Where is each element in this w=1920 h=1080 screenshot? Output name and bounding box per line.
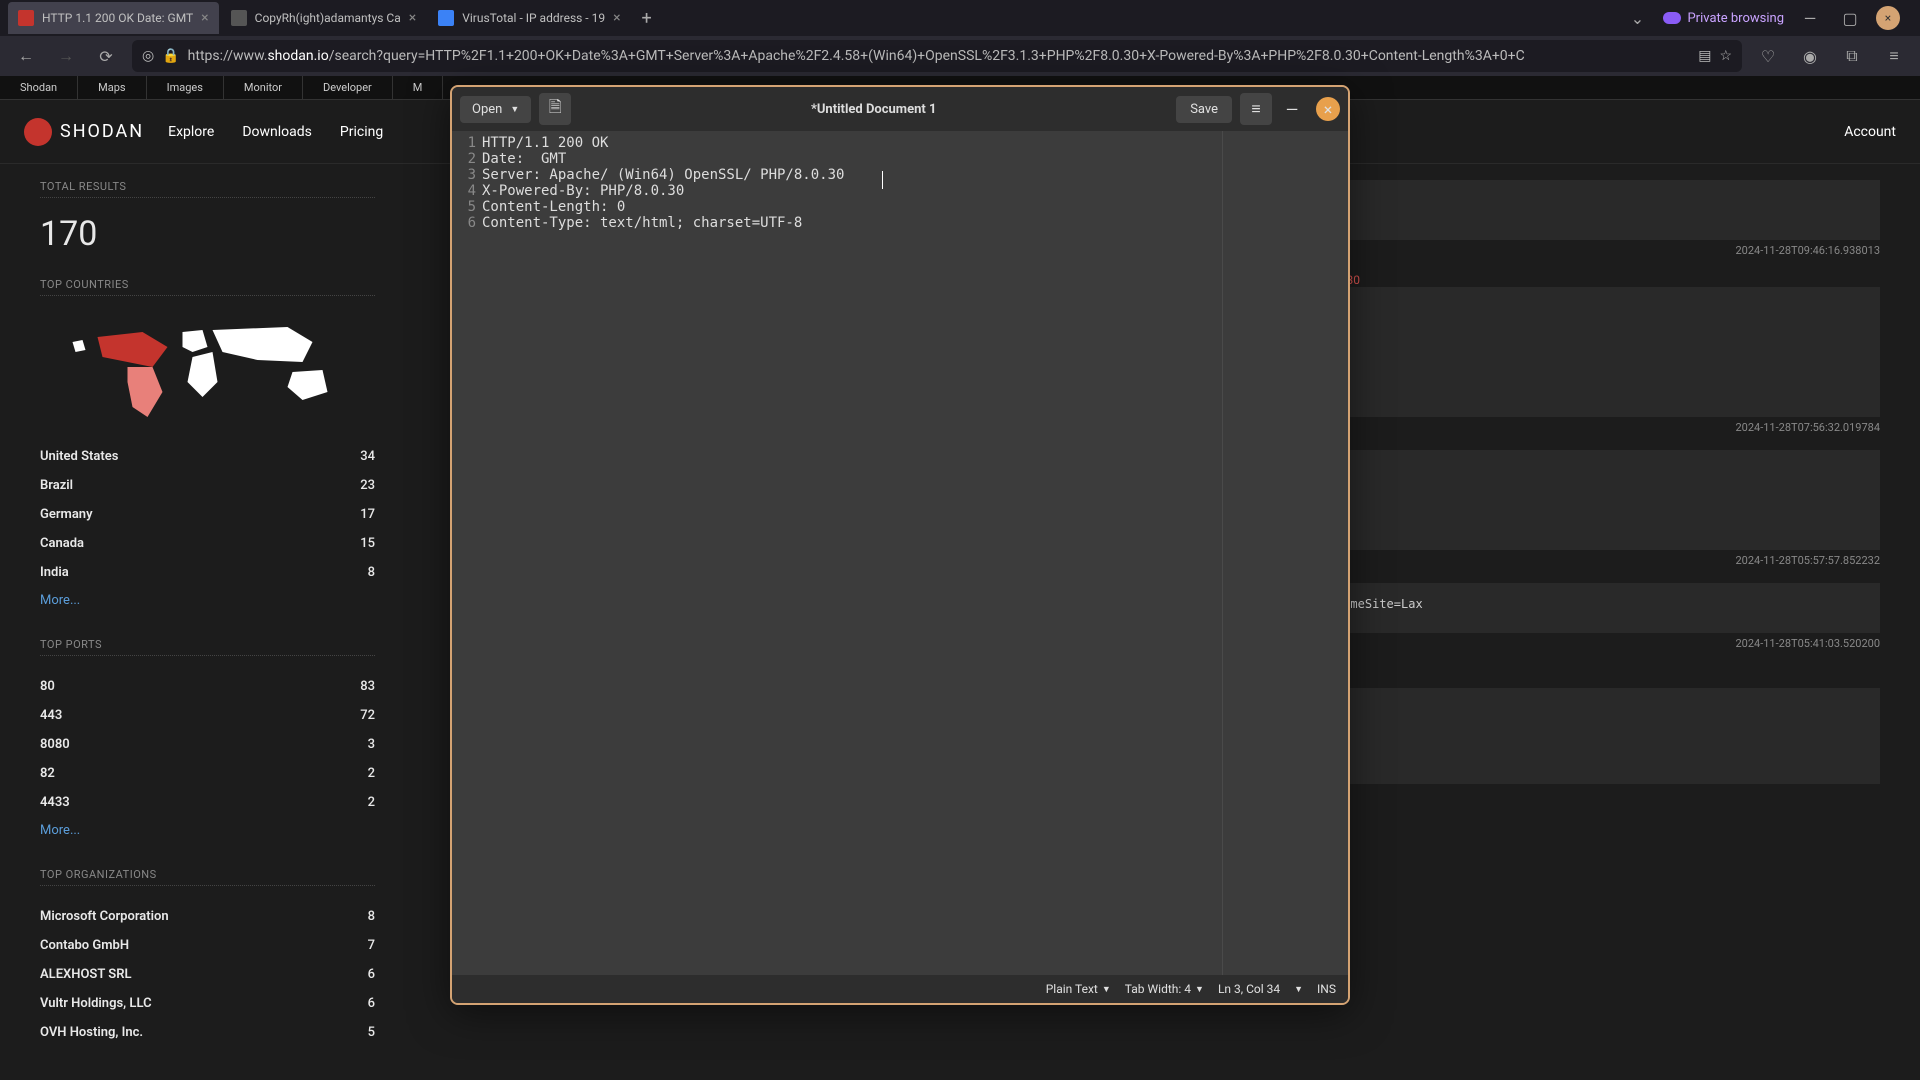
nav-toolbar: ← → ⟳ ◎ 🔒 https://www.shodan.io/search?q… bbox=[0, 36, 1920, 76]
logo-text: SHODAN bbox=[60, 121, 144, 142]
toolbar-actions: ♡ ◉ ⧉ ≡ bbox=[1754, 42, 1908, 70]
country-row[interactable]: United States34 bbox=[40, 442, 375, 471]
org-row[interactable]: OVH Hosting, Inc.5 bbox=[40, 1018, 375, 1047]
tab-width[interactable]: Tab Width: 4▼ bbox=[1125, 982, 1204, 996]
reload-button[interactable]: ⟳ bbox=[92, 42, 120, 70]
port-row[interactable]: 80803 bbox=[40, 730, 375, 759]
subtab-shodan[interactable]: Shodan bbox=[0, 76, 78, 99]
more-link[interactable]: More... bbox=[40, 817, 375, 844]
port-row[interactable]: 8083 bbox=[40, 672, 375, 701]
private-browsing-badge: Private browsing bbox=[1663, 11, 1784, 26]
world-map[interactable] bbox=[40, 312, 375, 432]
org-row[interactable]: ALEXHOST SRL6 bbox=[40, 960, 375, 989]
private-label: Private browsing bbox=[1687, 11, 1784, 26]
org-row[interactable]: Vultr Holdings, LLC6 bbox=[40, 989, 375, 1018]
org-row[interactable]: Contabo GmbH7 bbox=[40, 931, 375, 960]
mask-icon bbox=[1663, 12, 1681, 24]
tab-virustotal[interactable]: VirusTotal - IP address - 19 × bbox=[428, 2, 630, 34]
country-row[interactable]: Canada15 bbox=[40, 529, 375, 558]
subtab-more[interactable]: M bbox=[393, 76, 444, 99]
reader-icon[interactable]: ▤ bbox=[1698, 48, 1711, 64]
tab-title: HTTP 1.1 200 OK Date: GMT bbox=[42, 11, 193, 25]
logo[interactable]: SHODAN bbox=[24, 118, 144, 146]
new-tab-button[interactable]: + bbox=[633, 4, 661, 32]
maximize-button[interactable]: ▢ bbox=[1836, 4, 1864, 32]
browser-tab-strip: HTTP 1.1 200 OK Date: GMT × CopyRh(ight)… bbox=[0, 0, 1920, 36]
margin-guide bbox=[1222, 131, 1223, 975]
code-area[interactable]: HTTP/1.1 200 OK Date: GMT Server: Apache… bbox=[482, 131, 1348, 975]
chevron-down-icon: ▼ bbox=[1102, 984, 1111, 995]
document-title: *Untitled Document 1 bbox=[571, 102, 1176, 117]
top-ports-label: TOP PORTS bbox=[40, 638, 375, 651]
facet-sidebar: TOTAL RESULTS 170 TOP COUNTRIES bbox=[0, 100, 415, 1080]
tab-shodan[interactable]: HTTP 1.1 200 OK Date: GMT × bbox=[8, 2, 219, 34]
close-icon[interactable]: × bbox=[613, 10, 620, 26]
hamburger-menu-icon[interactable]: ≡ bbox=[1240, 93, 1272, 125]
url-text: https://www.shodan.io/search?query=HTTP%… bbox=[188, 48, 1525, 64]
bookmark-icon[interactable]: ☆ bbox=[1719, 48, 1732, 64]
language-mode[interactable]: Plain Text▼ bbox=[1046, 982, 1111, 996]
chevron-down-icon: ▼ bbox=[1195, 984, 1204, 995]
pocket-icon[interactable]: ♡ bbox=[1754, 42, 1782, 70]
port-row[interactable]: 44332 bbox=[40, 788, 375, 817]
site-icon bbox=[231, 10, 247, 26]
tab-copyrh[interactable]: CopyRh(ight)adamantys Ca × bbox=[221, 2, 427, 34]
country-row[interactable]: India8 bbox=[40, 558, 375, 587]
org-row[interactable]: Microsoft Corporation8 bbox=[40, 902, 375, 931]
save-button[interactable]: Save bbox=[1176, 96, 1232, 123]
chevron-down-icon[interactable]: ▼ bbox=[1294, 984, 1303, 995]
text-cursor bbox=[882, 171, 883, 189]
total-results-value: 170 bbox=[40, 214, 375, 254]
subtab-monitor[interactable]: Monitor bbox=[224, 76, 303, 99]
list-tabs-button[interactable]: ⌄ bbox=[1623, 4, 1651, 32]
editor-body[interactable]: 1 2 3 4 5 6 HTTP/1.1 200 OK Date: GMT Se… bbox=[452, 131, 1348, 975]
minimize-button[interactable]: — bbox=[1796, 4, 1824, 32]
tab-title: CopyRh(ight)adamantys Ca bbox=[255, 11, 401, 25]
close-icon[interactable]: × bbox=[201, 10, 208, 26]
subtab-maps[interactable]: Maps bbox=[78, 76, 146, 99]
site-icon bbox=[438, 10, 454, 26]
main-nav: Explore Downloads Pricing bbox=[168, 124, 383, 140]
nav-explore[interactable]: Explore bbox=[168, 124, 214, 140]
minimize-button[interactable]: — bbox=[1276, 93, 1308, 125]
line-gutter: 1 2 3 4 5 6 bbox=[452, 131, 482, 975]
close-window-button[interactable]: × bbox=[1876, 6, 1900, 30]
port-row[interactable]: 44372 bbox=[40, 701, 375, 730]
extensions-icon[interactable]: ⧉ bbox=[1838, 42, 1866, 70]
port-row[interactable]: 822 bbox=[40, 759, 375, 788]
close-button[interactable]: × bbox=[1316, 97, 1340, 121]
tab-strip-right: ⌄ Private browsing — ▢ × bbox=[1623, 4, 1912, 32]
app-menu-icon[interactable]: ≡ bbox=[1880, 42, 1908, 70]
more-link[interactable]: More... bbox=[40, 587, 375, 614]
forward-button[interactable]: → bbox=[52, 42, 80, 70]
shield-icon[interactable]: ◎ bbox=[142, 48, 154, 64]
chevron-down-icon: ▼ bbox=[510, 104, 519, 115]
new-doc-button[interactable]: 🗎 bbox=[539, 93, 571, 125]
lock-icon[interactable]: 🔒 bbox=[162, 48, 179, 64]
nav-pricing[interactable]: Pricing bbox=[340, 124, 383, 140]
editor-titlebar[interactable]: Open ▼ 🗎 *Untitled Document 1 Save ≡ — × bbox=[452, 87, 1348, 131]
subtab-developer[interactable]: Developer bbox=[303, 76, 393, 99]
cursor-position[interactable]: Ln 3, Col 34 bbox=[1218, 982, 1280, 996]
total-results-label: TOTAL RESULTS bbox=[40, 180, 375, 193]
country-row[interactable]: Brazil23 bbox=[40, 471, 375, 500]
country-row[interactable]: Germany17 bbox=[40, 500, 375, 529]
logo-icon bbox=[24, 118, 52, 146]
editor-statusbar: Plain Text▼ Tab Width: 4▼ Ln 3, Col 34 ▼… bbox=[452, 975, 1348, 1003]
insert-mode[interactable]: INS bbox=[1317, 982, 1336, 996]
site-icon bbox=[18, 10, 34, 26]
account-icon[interactable]: ◉ bbox=[1796, 42, 1824, 70]
back-button[interactable]: ← bbox=[12, 42, 40, 70]
url-bar[interactable]: ◎ 🔒 https://www.shodan.io/search?query=H… bbox=[132, 40, 1742, 72]
tab-title: VirusTotal - IP address - 19 bbox=[462, 11, 605, 25]
nav-downloads[interactable]: Downloads bbox=[242, 124, 312, 140]
open-button[interactable]: Open ▼ bbox=[460, 96, 531, 123]
top-countries-label: TOP COUNTRIES bbox=[40, 278, 375, 291]
close-icon[interactable]: × bbox=[409, 10, 416, 26]
subtab-images[interactable]: Images bbox=[147, 76, 224, 99]
top-orgs-label: TOP ORGANIZATIONS bbox=[40, 868, 375, 881]
text-editor-window: Open ▼ 🗎 *Untitled Document 1 Save ≡ — ×… bbox=[450, 85, 1350, 1005]
